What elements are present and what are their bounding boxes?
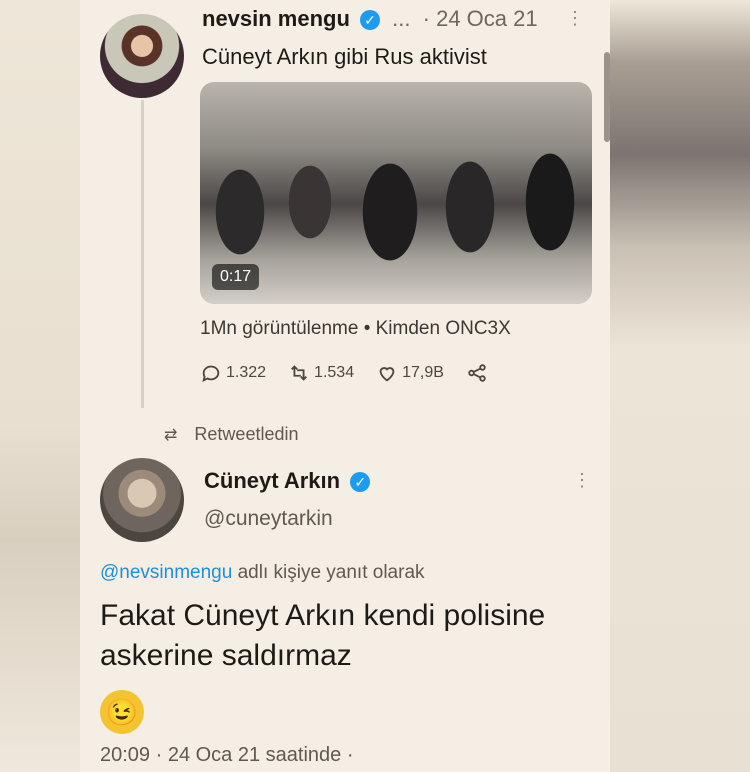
retweet-count: 1.534 [314,364,355,381]
verified-badge-icon: ✓ [360,10,381,31]
tweet-text: Fakat Cüneyt Arkın kendi polisine askeri… [100,599,546,672]
like-icon [379,367,395,382]
more-options-icon[interactable]: ⋮ [573,470,591,491]
reply-context: @nevsinmengu adlı kişiye yanıt olarak [100,562,425,584]
avatar[interactable] [100,14,184,98]
tweet-date[interactable]: · 24 Oca 21 [423,6,538,31]
reply-suffix: adlı kişiye yanıt olarak [237,562,425,583]
retweet-indicator: ⇄ Retweetledin [164,424,298,445]
background-blur-right [610,0,750,772]
author-ellipsis: ... [392,6,411,31]
reply-button[interactable]: 1.322 [200,362,266,384]
winking-face-emoji: 😉 [100,690,144,734]
share-icon [468,364,486,382]
thread-line [141,100,144,408]
video-player[interactable]: 0:17 [200,82,592,304]
tweet-timestamp[interactable]: 20:09 · 24 Oca 21 saatinde · [100,744,354,767]
retweet-button[interactable]: 1.534 [288,362,354,384]
view-count: 1Mn görüntülenme • Kimden ONC3X [200,318,511,339]
tweet-header: Cüneyt Arkın ✓ [204,468,371,494]
reply-count: 1.322 [226,364,267,381]
video-thumbnail [200,142,592,262]
scrollbar[interactable] [604,52,610,142]
author-name[interactable]: Cüneyt Arkın [204,468,340,493]
avatar[interactable] [100,458,184,542]
more-options-icon[interactable]: ⋮ [566,8,584,29]
like-button[interactable]: 17,9B [376,362,444,384]
video-duration: 0:17 [212,264,260,290]
author-handle[interactable]: @cuneytarkin [204,507,333,531]
reply-icon [202,365,220,383]
reply-mention-link[interactable]: @nevsinmengu [100,562,232,583]
retweet-small-icon: ⇄ [164,427,178,444]
tweet-header: nevsin mengu ✓ ... · 24 Oca 21 [202,6,538,32]
author-name[interactable]: nevsin mengu [202,6,350,31]
background-blur-left [0,0,90,772]
tweet-actions: 1.322 1.534 17,9B [200,362,488,384]
verified-badge-icon: ✓ [350,472,371,493]
tweet-text: Cüneyt Arkın gibi Rus aktivist [202,44,487,69]
like-count: 17,9B [402,364,444,381]
retweet-icon [291,365,308,381]
share-button[interactable] [466,362,488,384]
retweet-label: Retweetledin [194,424,299,444]
